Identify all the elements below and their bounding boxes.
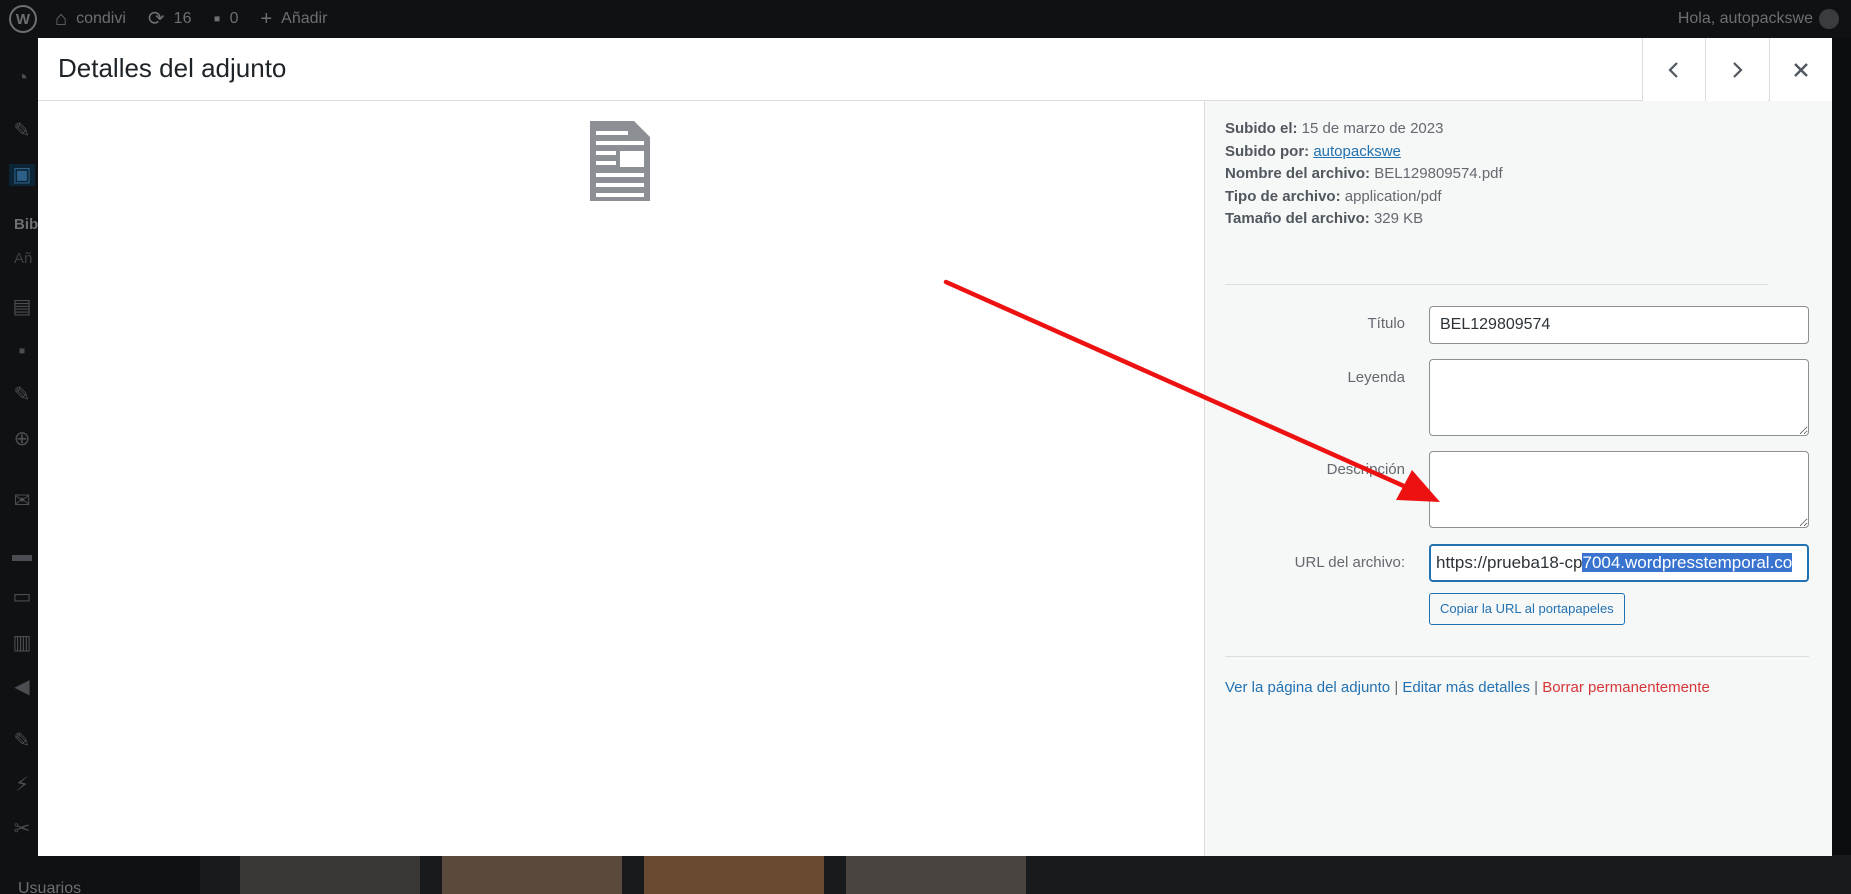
- modal-header: Detalles del adjunto: [38, 38, 1832, 101]
- tools-icon[interactable]: ✂: [9, 818, 35, 840]
- title-label: Título: [1367, 315, 1405, 332]
- caption-label: Leyenda: [1347, 369, 1405, 386]
- close-modal-button[interactable]: [1769, 38, 1832, 101]
- comments-link[interactable]: ▪ 0: [213, 9, 238, 29]
- updates-icon: ⟳: [147, 8, 165, 30]
- attachment-details-panel: Subido el: 15 de marzo de 2023 Subido po…: [1204, 101, 1832, 856]
- comments-icon[interactable]: ▪: [9, 340, 35, 362]
- media-icon[interactable]: ▣: [9, 164, 35, 186]
- description-textarea[interactable]: [1429, 451, 1809, 528]
- file-url-unselected: https://prueba18-cp: [1436, 553, 1583, 572]
- uploaded-on-value: 15 de marzo de 2023: [1301, 120, 1444, 137]
- pages-icon[interactable]: ▤: [9, 296, 35, 318]
- document-icon: [590, 121, 650, 201]
- file-metadata: Subido el: 15 de marzo de 2023 Subido po…: [1225, 118, 1503, 231]
- filesize-value: 329 KB: [1373, 210, 1424, 228]
- add-new-link[interactable]: + Añadir: [260, 9, 327, 29]
- media-thumbnail[interactable]: [240, 855, 420, 894]
- uploaded-on-label: Subido el:: [1225, 120, 1298, 137]
- plugin-icon[interactable]: ⚡: [9, 774, 35, 796]
- uploaded-by-row: Subido por: autopackswe: [1225, 141, 1503, 164]
- media-thumbnail[interactable]: [846, 855, 1026, 894]
- site-name: condivi: [76, 10, 126, 27]
- delete-permanently-link[interactable]: Borrar permanentemente: [1542, 679, 1710, 696]
- description-label: Descripción: [1326, 461, 1405, 478]
- divider: [1225, 656, 1809, 657]
- comments-count: 0: [229, 10, 239, 27]
- title-input[interactable]: [1429, 306, 1809, 344]
- next-attachment-button[interactable]: [1705, 38, 1768, 101]
- filename-row: Nombre del archivo: BEL129809574.pdf: [1225, 163, 1503, 186]
- filename-label: Nombre del archivo:: [1225, 165, 1371, 183]
- plus-icon: +: [260, 8, 273, 30]
- filename-value: BEL129809574.pdf: [1374, 165, 1503, 183]
- avatar: [1819, 9, 1839, 29]
- pin-icon[interactable]: ✎: [9, 120, 35, 142]
- brush-icon[interactable]: ✎: [9, 730, 35, 752]
- mail-icon[interactable]: ✉: [9, 490, 35, 512]
- uploaded-by-label: Subido por:: [1225, 142, 1310, 160]
- filetype-row: Tipo de archivo: application/pdf: [1225, 186, 1503, 209]
- media-thumbnail[interactable]: [644, 855, 824, 894]
- chevron-left-icon: [1668, 61, 1678, 78]
- filesize-row: Tamaño del archivo: 329 KB: [1225, 208, 1503, 231]
- updates-link[interactable]: ⟳ 16: [148, 9, 192, 29]
- wordpress-logo-icon[interactable]: W: [9, 5, 37, 33]
- home-icon: ⌂: [55, 8, 68, 30]
- add-circle-icon[interactable]: ⊕: [9, 428, 35, 450]
- attachment-preview: [38, 101, 1204, 856]
- dashboard-icon[interactable]: ◔: [9, 67, 35, 89]
- archive-icon[interactable]: ▭: [9, 586, 35, 608]
- file-url-text: https://prueba18-cp7004.wordpresstempora…: [1436, 553, 1793, 572]
- filetype-value: application/pdf: [1344, 187, 1442, 205]
- sidebar-item-users[interactable]: Usuarios: [18, 880, 81, 894]
- view-attachment-page-link[interactable]: Ver la página del adjunto: [1225, 679, 1390, 696]
- account-menu[interactable]: Hola, autopackswe: [1678, 9, 1839, 29]
- sidebar-submenu-add[interactable]: Añ: [14, 250, 32, 267]
- file-url-selected: 7004.wordpresstemporal.co: [1582, 553, 1793, 572]
- chart-icon[interactable]: ▥: [9, 632, 35, 654]
- modal-title: Detalles del adjunto: [58, 53, 287, 83]
- uploaded-on-row: Subido el: 15 de marzo de 2023: [1225, 118, 1503, 141]
- updates-count: 16: [173, 10, 192, 27]
- divider: [1225, 284, 1768, 285]
- file-url-label: URL del archivo:: [1294, 554, 1405, 571]
- pin-icon[interactable]: ✎: [9, 384, 35, 406]
- sidebar-submenu-library[interactable]: Bib: [14, 216, 38, 233]
- media-thumbnail[interactable]: [442, 855, 622, 894]
- close-icon: [1794, 62, 1808, 77]
- woo-icon[interactable]: ▬: [9, 544, 35, 566]
- admin-bar: W ⌂ condivi ⟳ 16 ▪ 0 + Añadir Hola, auto…: [0, 0, 1851, 38]
- chevron-right-icon: [1733, 61, 1743, 78]
- megaphone-icon[interactable]: ◀: [9, 676, 35, 698]
- attachment-actions: Ver la página del adjunto | Editar más d…: [1225, 679, 1710, 696]
- filetype-label: Tipo de archivo:: [1225, 187, 1341, 205]
- site-name-link[interactable]: ⌂ condivi: [55, 9, 126, 29]
- add-new-label: Añadir: [281, 10, 328, 27]
- separator: |: [1394, 679, 1399, 696]
- file-url-input[interactable]: https://prueba18-cp7004.wordpresstempora…: [1429, 544, 1809, 582]
- edit-more-details-link[interactable]: Editar más detalles: [1402, 679, 1530, 696]
- greeting: Hola, autopackswe: [1677, 10, 1813, 27]
- comment-icon: ▪: [213, 8, 221, 30]
- caption-textarea[interactable]: [1429, 359, 1809, 436]
- previous-attachment-button[interactable]: [1642, 38, 1705, 101]
- copy-url-button[interactable]: Copiar la URL al portapapeles: [1429, 593, 1625, 625]
- separator: |: [1534, 679, 1539, 696]
- filesize-label: Tamaño del archivo:: [1225, 210, 1370, 228]
- uploaded-by-link[interactable]: autopackswe: [1313, 143, 1401, 160]
- attachment-details-modal: Detalles del adjunto Subido el: 15 de ma…: [38, 38, 1832, 856]
